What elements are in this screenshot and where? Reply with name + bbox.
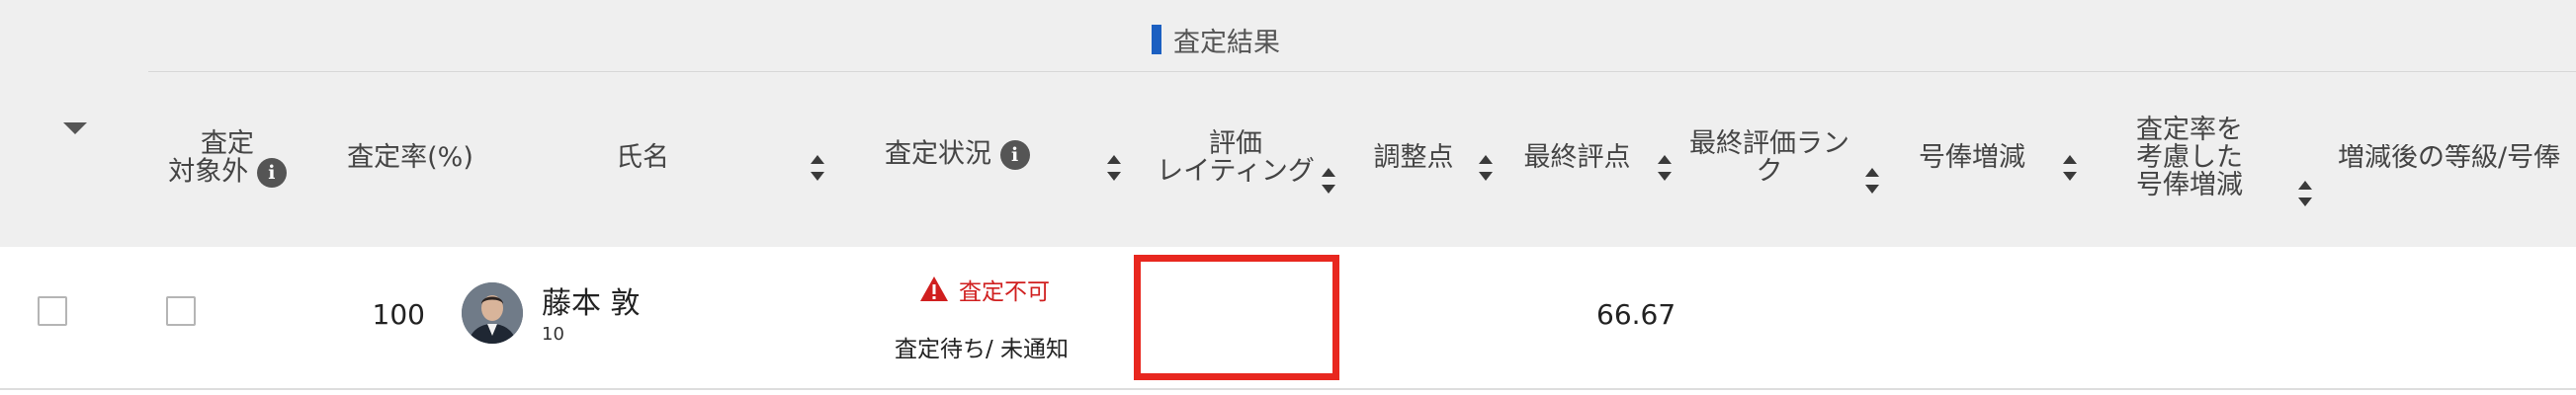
assessment-status: 査定待ち/ 未通知 bbox=[895, 337, 1070, 362]
info-icon[interactable]: i bbox=[256, 158, 287, 188]
assessment-warning: 査定不可 bbox=[919, 273, 1050, 306]
header-rating-line1: 評価 bbox=[1209, 128, 1262, 159]
header-name: 氏名 bbox=[616, 142, 669, 173]
excluded-checkbox[interactable] bbox=[166, 296, 196, 326]
sort-final-rank-icon[interactable] bbox=[1865, 168, 1879, 194]
header-final-rank-line2: ク bbox=[1756, 156, 1783, 187]
header-after-grade: 増減後の等級/号俸 bbox=[2338, 144, 2561, 172]
avatar bbox=[462, 282, 523, 344]
header-rate-adjusted: 査定率を 考慮した 号俸増減 bbox=[2130, 117, 2249, 199]
row-select-checkbox[interactable] bbox=[38, 296, 67, 326]
header-rate-adjusted-line2: 考慮した bbox=[2136, 142, 2243, 173]
header-excluded: 査定 対象外 i bbox=[158, 130, 297, 188]
header-excluded-line2-wrap: 対象外 i bbox=[158, 158, 297, 188]
header-rate: 査定率(%) bbox=[347, 142, 473, 173]
group-title-label: 査定結果 bbox=[1173, 27, 1280, 58]
sort-adjustment-icon[interactable] bbox=[1479, 155, 1493, 181]
sort-rating-icon[interactable] bbox=[1322, 168, 1335, 194]
header-adjustment: 調整点 bbox=[1373, 142, 1454, 173]
header-rate-adjusted-line1: 査定率を bbox=[2136, 115, 2243, 145]
info-icon[interactable]: i bbox=[999, 140, 1030, 170]
sort-name-icon[interactable] bbox=[811, 155, 824, 181]
employee-id: 10 bbox=[542, 324, 564, 345]
row-divider bbox=[0, 388, 2576, 390]
header-status-label: 査定状況 bbox=[885, 138, 991, 170]
header-final-rank-line1: 最終評価ラン bbox=[1689, 128, 1849, 159]
select-all-dropdown-icon[interactable] bbox=[63, 122, 87, 134]
header-rating: 評価 レイティング bbox=[1157, 130, 1315, 186]
sort-rate-adjusted-icon[interactable] bbox=[2298, 181, 2312, 206]
header-status: 査定状況 i bbox=[885, 140, 1082, 170]
header-final-score: 最終評点 bbox=[1523, 142, 1631, 173]
warning-label: 査定不可 bbox=[959, 279, 1050, 305]
rate-value: 100 bbox=[372, 298, 425, 331]
sort-final-score-icon[interactable] bbox=[1658, 155, 1672, 181]
employee-name[interactable]: 藤本 敦 bbox=[542, 278, 641, 322]
rating-highlight-box bbox=[1134, 255, 1339, 380]
header-excluded-line2: 対象外 bbox=[168, 156, 249, 188]
header-rating-line2: レイティング bbox=[1157, 156, 1315, 187]
header-rate-adjusted-line3: 号俸増減 bbox=[2136, 170, 2243, 200]
sort-status-icon[interactable] bbox=[1107, 155, 1121, 181]
warning-triangle-icon bbox=[920, 276, 948, 301]
group-divider bbox=[148, 71, 2576, 72]
header-salary-change: 号俸増減 bbox=[1919, 142, 2025, 173]
avatar-person-icon bbox=[462, 282, 523, 344]
header-excluded-line1: 査定 bbox=[201, 128, 254, 159]
group-accent-bar bbox=[1152, 25, 1161, 54]
sort-salary-change-icon[interactable] bbox=[2063, 155, 2077, 181]
group-title: 査定結果 bbox=[1152, 22, 1280, 58]
header-final-rank: 最終評価ラン ク bbox=[1685, 130, 1853, 186]
final-score-value: 66.67 bbox=[1596, 298, 1676, 331]
